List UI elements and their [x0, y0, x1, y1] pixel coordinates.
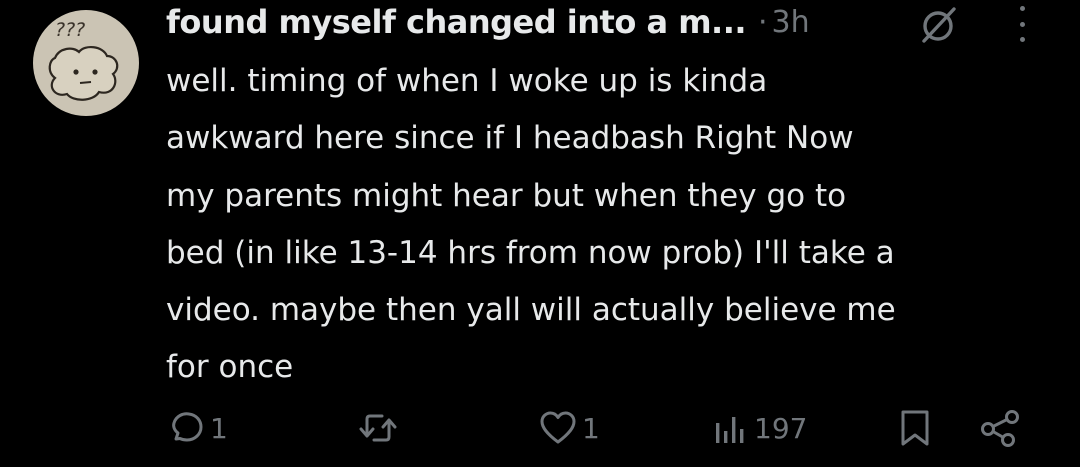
more-icon[interactable]: [1010, 6, 1034, 42]
svg-text:???: ???: [55, 19, 85, 41]
views-button[interactable]: 197: [712, 400, 807, 456]
display-name[interactable]: found myself changed into a m...: [166, 3, 747, 41]
separator-dot: ·: [758, 4, 768, 40]
repost-icon: [359, 414, 397, 442]
heart-icon: [540, 411, 576, 444]
share-icon: [981, 410, 1019, 447]
like-count: 1: [582, 411, 600, 445]
avatar[interactable]: ???: [33, 10, 139, 116]
share-button[interactable]: [978, 400, 1022, 456]
reply-icon: [172, 412, 203, 442]
grok-icon[interactable]: [918, 5, 960, 45]
timestamp[interactable]: 3h: [772, 5, 810, 40]
more-dot: [1019, 6, 1025, 11]
avatar-drawing: ???: [48, 19, 119, 101]
views-icon: [716, 417, 744, 443]
post[interactable]: ??? found myself changed into a m... · 3…: [0, 0, 1080, 467]
more-dot: [1019, 37, 1025, 42]
post-header: found myself changed into a m... · 3h: [166, 0, 810, 44]
reply-count: 1: [210, 411, 228, 445]
post-text: well. timing of when I woke up is kinda …: [166, 63, 896, 386]
bookmark-icon: [901, 410, 929, 446]
repost-button[interactable]: [356, 400, 404, 456]
reply-button[interactable]: 1: [168, 400, 228, 456]
action-bar: 1 1 197: [0, 400, 1080, 456]
view-count: 197: [754, 411, 808, 445]
bookmark-button[interactable]: [896, 400, 934, 456]
like-button[interactable]: 1: [538, 400, 600, 456]
more-dot: [1019, 21, 1025, 27]
